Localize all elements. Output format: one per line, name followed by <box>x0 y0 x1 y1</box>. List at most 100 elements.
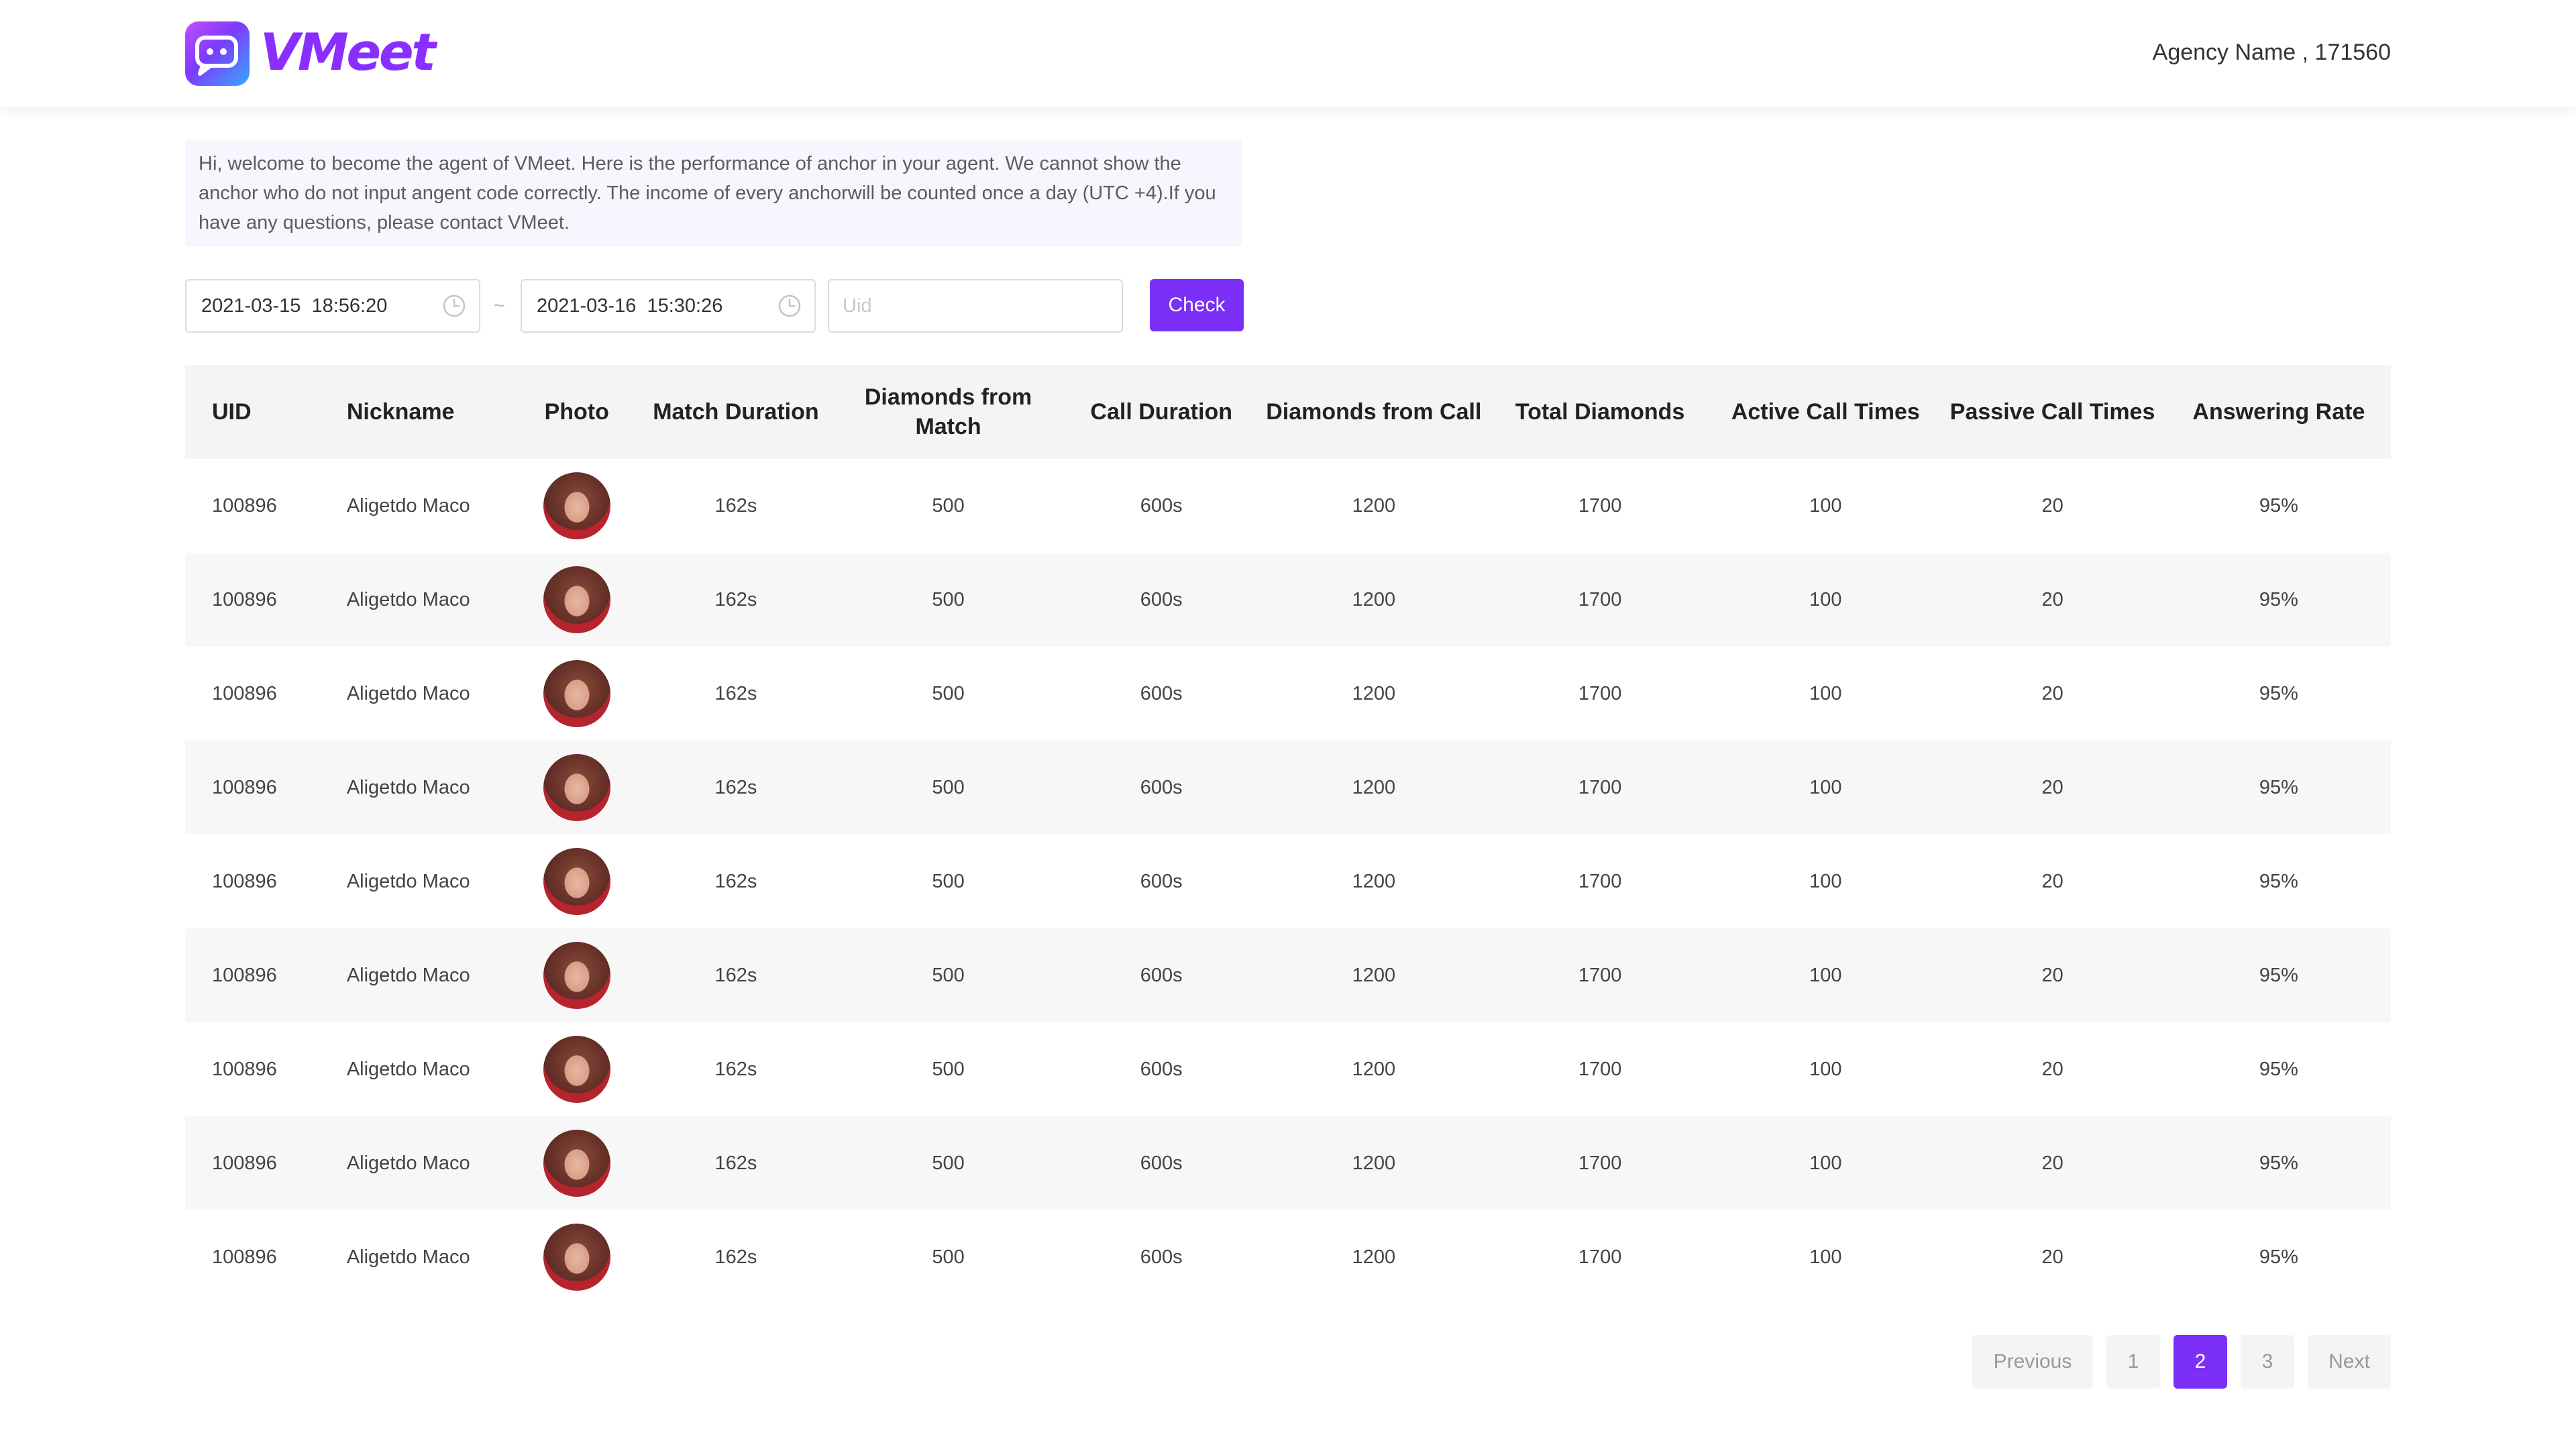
column-header-photo: Photo <box>515 365 638 459</box>
clock-icon <box>443 294 466 317</box>
date-range-separator: ~ <box>493 294 505 317</box>
column-header-diamonds-from-match: Diamonds from Match <box>834 365 1063 459</box>
cell-diamonds-from-match: 500 <box>932 1058 965 1080</box>
avatar[interactable] <box>543 1036 610 1103</box>
avatar[interactable] <box>543 472 610 539</box>
cell-call-duration: 600s <box>1140 682 1183 704</box>
avatar[interactable] <box>543 1130 610 1197</box>
top-bar: VMeet Agency Name , 171560 <box>0 0 2576 107</box>
avatar[interactable] <box>543 1224 610 1291</box>
cell-total-diamonds: 1700 <box>1487 741 1713 835</box>
cell-call-duration: 600s <box>1140 1058 1183 1080</box>
cell-photo <box>515 741 638 835</box>
table-row: 100896 Aligetdo Maco 162s 500 600s 1200 1700 10… <box>185 1210 2391 1304</box>
cell-match-duration: 162s <box>714 1246 757 1268</box>
cell-active-call-times: 100 <box>1809 1246 1842 1268</box>
cell-total-diamonds: 1700 <box>1578 494 1622 517</box>
table-row: 100896 Aligetdo Maco 162s 500 600s 1200 1700 10… <box>185 741 2391 835</box>
pagination-previous-button[interactable]: Previous <box>1972 1335 2093 1389</box>
column-header-passive-call-times: Passive Call Times <box>1938 365 2167 459</box>
column-header-uid: UID <box>185 365 336 459</box>
column-header-nickname: Nickname <box>335 365 516 459</box>
column-header-match-duration: Match Duration <box>637 365 835 459</box>
check-button[interactable]: Check <box>1150 279 1244 331</box>
cell-active-call-times: 100 <box>1809 682 1842 704</box>
start-date-value: 2021-03-15 18:56:20 <box>201 295 388 317</box>
cell-photo <box>516 647 638 741</box>
cell-photo <box>516 1210 638 1304</box>
column-header-total-diamonds: Total Diamonds <box>1487 365 1713 459</box>
cell-match-duration: 162s <box>714 494 757 517</box>
avatar[interactable] <box>543 566 610 633</box>
cell-uid: 100896 <box>185 553 336 647</box>
start-date-picker[interactable]: 2021-03-15 18:56:20 <box>185 279 480 333</box>
cell-passive-call-times: 20 <box>2041 1058 2063 1080</box>
cell-match-duration: 162s <box>637 928 835 1022</box>
cell-photo <box>515 553 638 647</box>
cell-total-diamonds: 1700 <box>1578 1058 1622 1080</box>
cell-nickname: Aligetdo Maco <box>346 1058 470 1080</box>
column-header-answering-rate: Answering Rate <box>2166 365 2391 459</box>
end-date-value: 2021-03-16 15:30:26 <box>537 295 723 317</box>
cell-active-call-times: 100 <box>1713 741 1939 835</box>
cell-diamonds-from-call: 1200 <box>1260 1116 1487 1210</box>
cell-answering-rate: 95% <box>2166 1116 2391 1210</box>
cell-answering-rate: 95% <box>2166 553 2391 647</box>
column-header-active-call-times: Active Call Times <box>1713 365 1939 459</box>
cell-passive-call-times: 20 <box>1938 1116 2167 1210</box>
table-row: 100896 Aligetdo Maco 162s 500 600s 1200 1700 10… <box>185 835 2391 928</box>
cell-nickname: Aligetdo Maco <box>346 870 470 892</box>
cell-call-duration: 600s <box>1062 1116 1260 1210</box>
cell-diamonds-from-match: 500 <box>834 928 1063 1022</box>
cell-passive-call-times: 20 <box>1938 741 2167 835</box>
agency-label: Agency Name , 171560 <box>2152 40 2391 65</box>
cell-uid: 100896 <box>212 1058 277 1080</box>
cell-nickname: Aligetdo Maco <box>346 494 470 517</box>
column-header-call-duration: Call Duration <box>1062 365 1260 459</box>
cell-photo <box>516 835 638 928</box>
clock-icon <box>778 294 801 317</box>
end-date-picker[interactable]: 2021-03-16 15:30:26 <box>521 279 816 333</box>
cell-passive-call-times: 20 <box>1938 553 2167 647</box>
cell-match-duration: 162s <box>714 1058 757 1080</box>
cell-active-call-times: 100 <box>1809 1058 1842 1080</box>
cell-answering-rate: 95% <box>2259 1246 2298 1268</box>
avatar[interactable] <box>543 754 610 821</box>
avatar[interactable] <box>543 848 610 915</box>
logo-text[interactable]: VMeet <box>260 20 436 85</box>
cell-passive-call-times: 20 <box>2041 494 2063 517</box>
pagination-page-3[interactable]: 3 <box>2241 1335 2294 1389</box>
cell-total-diamonds: 1700 <box>1487 928 1713 1022</box>
cell-diamonds-from-call: 1200 <box>1260 928 1487 1022</box>
cell-match-duration: 162s <box>637 741 835 835</box>
anchor-performance-table: UID Nickname Photo Match Duration Diamon… <box>185 365 2391 1304</box>
column-header-diamonds-from-call: Diamonds from Call <box>1260 365 1487 459</box>
cell-passive-call-times: 20 <box>2041 870 2063 892</box>
pagination-page-1[interactable]: 1 <box>2106 1335 2160 1389</box>
cell-diamonds-from-call: 1200 <box>1352 682 1396 704</box>
cell-uid: 100896 <box>212 494 277 517</box>
logo-chat-bubble-icon[interactable] <box>185 21 250 86</box>
avatar[interactable] <box>543 942 610 1009</box>
cell-uid: 100896 <box>185 741 336 835</box>
pagination-page-2-current[interactable]: 2 <box>2174 1335 2227 1389</box>
uid-input[interactable] <box>828 279 1123 333</box>
cell-answering-rate: 95% <box>2259 682 2298 704</box>
cell-match-duration: 162s <box>637 1116 835 1210</box>
cell-diamonds-from-call: 1200 <box>1352 870 1396 892</box>
cell-total-diamonds: 1700 <box>1578 870 1622 892</box>
cell-nickname: Aligetdo Maco <box>346 682 470 704</box>
cell-diamonds-from-match: 500 <box>834 1116 1063 1210</box>
cell-uid: 100896 <box>185 928 336 1022</box>
avatar[interactable] <box>543 660 610 727</box>
cell-call-duration: 600s <box>1062 741 1260 835</box>
table-row: 100896 Aligetdo Maco 162s 500 600s 1200 1700 10… <box>185 1116 2391 1210</box>
cell-passive-call-times: 20 <box>2041 1246 2063 1268</box>
cell-active-call-times: 100 <box>1809 870 1842 892</box>
cell-call-duration: 600s <box>1062 928 1260 1022</box>
cell-call-duration: 600s <box>1140 494 1183 517</box>
pagination-next-button[interactable]: Next <box>2308 1335 2391 1389</box>
cell-match-duration: 162s <box>637 553 835 647</box>
cell-passive-call-times: 20 <box>1938 928 2167 1022</box>
cell-match-duration: 162s <box>714 682 757 704</box>
